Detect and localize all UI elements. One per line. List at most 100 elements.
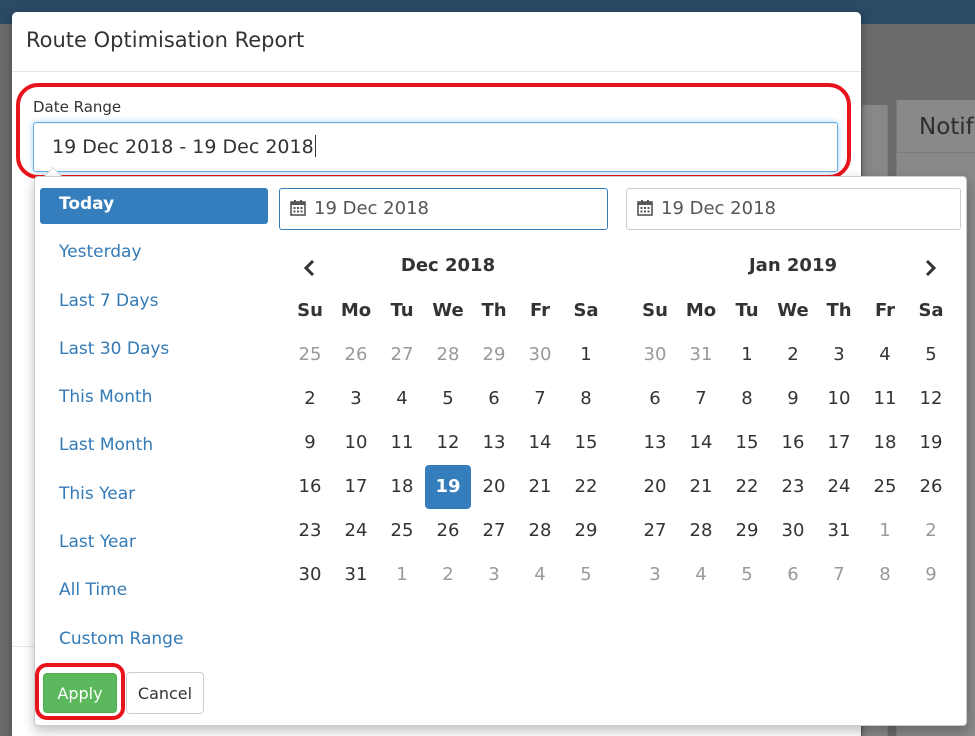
calendar-day[interactable]: 2 [908,509,954,553]
calendar-day[interactable]: 30 [287,553,333,597]
calendar-day[interactable]: 30 [632,333,678,377]
calendar-day[interactable]: 21 [678,465,724,509]
calendar-day[interactable]: 6 [632,377,678,421]
calendar-day[interactable]: 8 [862,553,908,597]
calendar-day[interactable]: 5 [908,333,954,377]
calendar-day[interactable]: 27 [632,509,678,553]
start-date-input[interactable]: 19 Dec 2018 [279,188,608,230]
calendar-day[interactable]: 13 [632,421,678,465]
calendar-day[interactable]: 31 [816,509,862,553]
calendar-day[interactable]: 5 [724,553,770,597]
calendar-day[interactable]: 3 [471,553,517,597]
calendar-day[interactable]: 2 [425,553,471,597]
end-date-input[interactable]: 19 Dec 2018 [626,188,961,230]
calendar-day[interactable]: 27 [379,333,425,377]
range-option[interactable]: Last Year [40,526,268,562]
calendar-day[interactable]: 25 [379,509,425,553]
calendar-day[interactable]: 31 [333,553,379,597]
calendar-day[interactable]: 13 [471,421,517,465]
calendar-day[interactable]: 11 [379,421,425,465]
calendar-day[interactable]: 17 [333,465,379,509]
range-option[interactable]: Last Month [40,429,268,465]
calendar-day[interactable]: 7 [678,377,724,421]
calendar-day[interactable]: 17 [816,421,862,465]
calendar-day[interactable]: 14 [517,421,563,465]
range-option[interactable]: Today [40,188,268,224]
calendar-day[interactable]: 16 [287,465,333,509]
calendar-day[interactable]: 19 [425,465,471,509]
calendar-day[interactable]: 29 [471,333,517,377]
calendar-day[interactable]: 1 [862,509,908,553]
calendar-day[interactable]: 20 [471,465,517,509]
calendar-day[interactable]: 23 [770,465,816,509]
calendar-day[interactable]: 26 [425,509,471,553]
calendar-day[interactable]: 5 [425,377,471,421]
calendar-day[interactable]: 30 [517,333,563,377]
calendar-day[interactable]: 2 [287,377,333,421]
calendar-day[interactable]: 9 [908,553,954,597]
range-option[interactable]: Last 7 Days [40,285,268,321]
calendar-day[interactable]: 12 [425,421,471,465]
date-range-input[interactable]: 19 Dec 2018 - 19 Dec 2018 [33,122,838,172]
calendar-day[interactable]: 10 [816,377,862,421]
range-option[interactable]: Last 30 Days [40,333,268,369]
calendar-day[interactable]: 27 [471,509,517,553]
calendar-day[interactable]: 25 [862,465,908,509]
calendar-day[interactable]: 26 [908,465,954,509]
range-option[interactable]: Custom Range [40,623,268,659]
calendar-day[interactable]: 9 [287,421,333,465]
calendar-day[interactable]: 9 [770,377,816,421]
calendar-day[interactable]: 7 [816,553,862,597]
calendar-day[interactable]: 8 [563,377,609,421]
range-option[interactable]: This Year [40,478,268,514]
calendar-day[interactable]: 23 [287,509,333,553]
calendar-day[interactable]: 28 [425,333,471,377]
calendar-day[interactable]: 24 [816,465,862,509]
calendar-day[interactable]: 31 [678,333,724,377]
cancel-button[interactable]: Cancel [126,672,204,714]
calendar-day[interactable]: 1 [724,333,770,377]
calendar-day[interactable]: 6 [471,377,517,421]
calendar-day[interactable]: 14 [678,421,724,465]
calendar-day[interactable]: 8 [724,377,770,421]
calendar-day[interactable]: 24 [333,509,379,553]
calendar-day[interactable]: 20 [632,465,678,509]
calendar-day[interactable]: 26 [333,333,379,377]
calendar-day[interactable]: 4 [517,553,563,597]
calendar-day[interactable]: 21 [517,465,563,509]
chevron-right-icon[interactable] [918,256,942,280]
calendar-day[interactable]: 1 [563,333,609,377]
calendar-day[interactable]: 12 [908,377,954,421]
calendar-day[interactable]: 2 [770,333,816,377]
calendar-day[interactable]: 29 [563,509,609,553]
calendar-day[interactable]: 29 [724,509,770,553]
calendar-day[interactable]: 4 [678,553,724,597]
calendar-day[interactable]: 30 [770,509,816,553]
calendar-day[interactable]: 1 [379,553,425,597]
calendar-day[interactable]: 3 [333,377,379,421]
range-option[interactable]: Yesterday [40,236,268,272]
range-option[interactable]: This Month [40,381,268,417]
calendar-day[interactable]: 5 [563,553,609,597]
calendar-day[interactable]: 28 [678,509,724,553]
calendar-day[interactable]: 11 [862,377,908,421]
calendar-day[interactable]: 6 [770,553,816,597]
calendar-day[interactable]: 22 [724,465,770,509]
calendar-day[interactable]: 15 [563,421,609,465]
calendar-day[interactable]: 25 [287,333,333,377]
calendar-day[interactable]: 19 [908,421,954,465]
calendar-day[interactable]: 16 [770,421,816,465]
calendar-day[interactable]: 18 [379,465,425,509]
calendar-day[interactable]: 3 [816,333,862,377]
calendar-day[interactable]: 4 [379,377,425,421]
apply-button[interactable]: Apply [43,673,117,713]
calendar-day[interactable]: 18 [862,421,908,465]
calendar-day[interactable]: 22 [563,465,609,509]
calendar-day[interactable]: 15 [724,421,770,465]
calendar-day[interactable]: 10 [333,421,379,465]
calendar-day[interactable]: 4 [862,333,908,377]
calendar-day[interactable]: 28 [517,509,563,553]
range-option[interactable]: All Time [40,574,268,610]
calendar-day[interactable]: 7 [517,377,563,421]
calendar-day[interactable]: 3 [632,553,678,597]
